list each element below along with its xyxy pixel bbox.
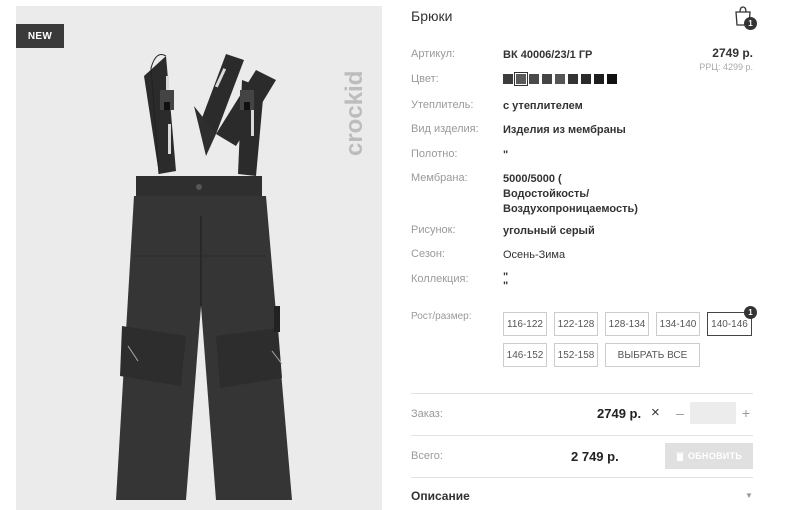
divider <box>411 435 753 436</box>
color-swatch[interactable] <box>503 74 513 84</box>
quantity-input[interactable] <box>690 402 736 424</box>
spec-label: Полотно: <box>411 148 458 160</box>
brand-logo: crockid <box>341 71 368 156</box>
cart-button[interactable]: 1 <box>733 6 757 30</box>
multiply-icon: × <box>651 404 660 421</box>
spec-label: Цвет: <box>411 73 439 85</box>
size-option-label: 140-146 <box>711 318 748 330</box>
divider <box>411 477 753 478</box>
color-swatch[interactable] <box>542 74 552 84</box>
size-option[interactable]: 128-134 <box>605 312 649 336</box>
product-title: Брюки <box>411 8 453 24</box>
spec-label: Артикул: <box>411 48 456 60</box>
spec-value: " <box>503 149 509 161</box>
update-button[interactable]: ОБНОВИТЬ <box>665 443 753 469</box>
spec-value: " " <box>503 271 509 292</box>
product-price: 2749 р. <box>712 46 753 60</box>
size-count-badge: 1 <box>744 306 757 319</box>
spec-value: угольный серый <box>503 225 595 237</box>
spec-label: Мембрана: <box>411 172 468 184</box>
increase-quantity-button[interactable]: + <box>739 405 753 421</box>
spec-label: Вид изделия: <box>411 123 479 135</box>
product-info-panel: Брюки 1 Артикул: ВК 40006/23/1 ГР 2749 р… <box>411 0 757 510</box>
spec-value: Осень-Зима <box>503 249 566 261</box>
color-swatch[interactable] <box>555 74 565 84</box>
color-swatch[interactable] <box>568 74 578 84</box>
cart-count-badge: 1 <box>744 17 757 30</box>
product-rrp: РРЦ: 4299 р. <box>699 62 753 72</box>
trash-icon <box>675 452 684 461</box>
size-label: Рост/размер: <box>411 311 472 322</box>
size-option[interactable]: 122-128 <box>554 312 598 336</box>
color-swatch[interactable] <box>529 74 539 84</box>
svg-text:crockid: crockid <box>341 71 368 156</box>
description-toggle[interactable]: Описание <box>411 489 470 503</box>
spec-label: Коллекция: <box>411 273 469 285</box>
color-swatch[interactable] <box>607 74 617 84</box>
product-gallery: NEW crockid <box>16 6 382 510</box>
color-swatch[interactable] <box>581 74 591 84</box>
spec-value: с утеплителем <box>503 100 583 112</box>
product-image[interactable] <box>16 6 382 510</box>
chevron-down-icon[interactable]: ▼ <box>745 491 753 500</box>
color-swatch[interactable] <box>594 74 604 84</box>
new-badge: NEW <box>16 24 64 48</box>
select-all-sizes-button[interactable]: ВЫБРАТЬ ВСЕ <box>605 343 700 367</box>
order-label: Заказ: <box>411 408 443 420</box>
spec-value: Изделия из мембраны <box>503 124 626 136</box>
spec-value: 5000/5000 ( Водостойкость/ Воздухопрониц… <box>503 173 638 215</box>
total-label: Всего: <box>411 450 443 462</box>
divider <box>411 393 753 394</box>
size-option[interactable]: 152-158 <box>554 343 598 367</box>
size-option[interactable]: 116-122 <box>503 312 547 336</box>
color-swatch-selected[interactable] <box>514 72 528 86</box>
decrease-quantity-button[interactable]: – <box>673 405 687 421</box>
total-value: 2 749 р. <box>571 449 619 464</box>
order-price: 2749 р. <box>597 406 642 421</box>
spec-value: ВК 40006/23/1 ГР <box>503 49 593 61</box>
size-option[interactable]: 146-152 <box>503 343 547 367</box>
update-button-label: ОБНОВИТЬ <box>687 451 743 461</box>
size-option-selected[interactable]: 140-146 1 <box>707 306 757 336</box>
spec-label: Рисунок: <box>411 224 456 236</box>
spec-label: Сезон: <box>411 248 445 260</box>
color-swatches <box>503 72 617 86</box>
size-option[interactable]: 134-140 <box>656 312 700 336</box>
spec-label: Утеплитель: <box>411 99 474 111</box>
quantity-stepper: – + <box>673 402 753 424</box>
